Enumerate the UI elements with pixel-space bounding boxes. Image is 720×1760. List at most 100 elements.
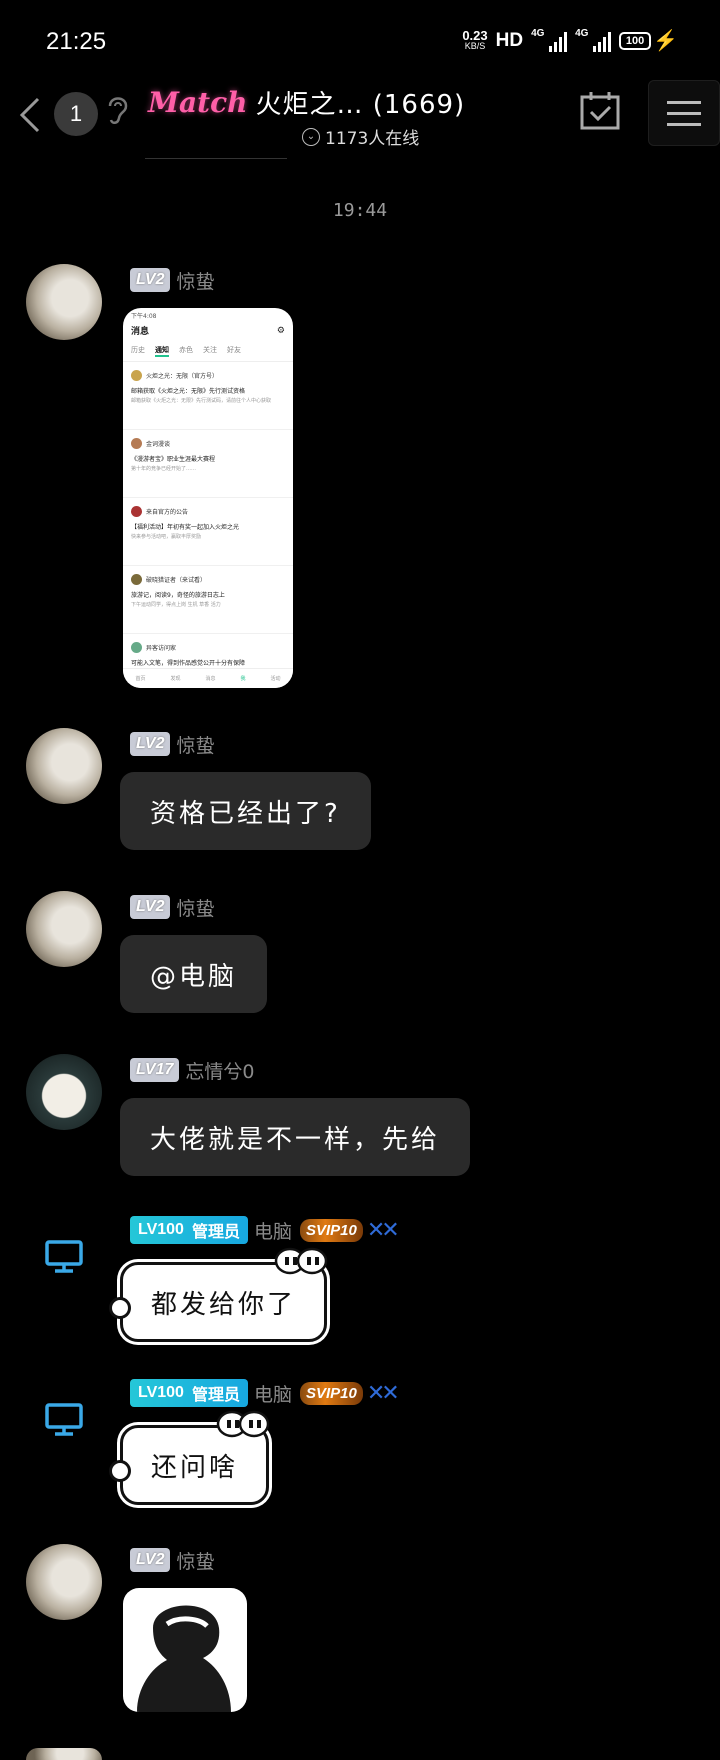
svip-x-icon: ✕✕: [366, 1217, 400, 1243]
preview-line: 《漫游者宝》职业生涯最大赛程: [131, 456, 216, 463]
preview-tab: 历史: [131, 346, 145, 354]
level-badge: LV2: [130, 895, 171, 919]
unread-count-badge[interactable]: 1: [54, 92, 98, 136]
admin-badge: LV100 管理员: [130, 1379, 248, 1407]
role-label: 管理员: [191, 1224, 240, 1241]
message-timestamp: 19:44: [332, 200, 388, 221]
online-count-text: 1173人在线: [325, 129, 420, 149]
header-divider: [145, 158, 287, 159]
preview-header: 消息 ⚙: [123, 322, 293, 339]
level-label: LV100: [138, 1221, 184, 1238]
preview-nav-item: 发现: [170, 676, 181, 682]
avatar[interactable]: [26, 728, 102, 804]
message-bubble[interactable]: 资格已经出了?: [120, 772, 371, 850]
svip-x-icon: ✕✕: [366, 1380, 400, 1406]
network-speed: 0.23 KB/S: [462, 29, 487, 52]
svip-badge: SVIP10: [299, 1218, 363, 1242]
sticker-bubble[interactable]: 还问啥: [109, 1410, 270, 1505]
bubble-tail: [109, 1297, 131, 1319]
sender-name[interactable]: 惊蛰: [176, 267, 214, 294]
preview-who: 异客访问家: [146, 645, 177, 652]
preview-nav-item: 我: [240, 676, 246, 682]
computer-icon[interactable]: [44, 1240, 84, 1274]
preview-avatar: [131, 506, 142, 517]
chat-header: 1 Match 火炬之… (1669) ⌄ 1173人在线: [0, 80, 720, 162]
avatar[interactable]: [26, 1748, 102, 1760]
preview-avatar: [131, 642, 142, 653]
calendar-check-icon[interactable]: [578, 90, 622, 132]
sender-name[interactable]: 惊蛰: [176, 731, 214, 758]
status-icons: 0.23 KB/S HD 4G 4G 100 ⚡: [462, 28, 678, 53]
hd-voice-icon: HD: [495, 29, 524, 51]
sender-name[interactable]: 电脑: [254, 1380, 292, 1407]
silhouette-sticker-icon: [137, 1605, 231, 1712]
preview-nav-item: 活动: [270, 676, 281, 682]
level-badge: LV2: [130, 1548, 171, 1572]
menu-line: [667, 111, 701, 115]
chat-title[interactable]: Match 火炬之… (1669): [148, 84, 465, 121]
preview-line: 第十年的竞争已经开始了……: [131, 466, 197, 472]
group-title: 火炬之… (1669): [255, 90, 466, 120]
sender-info: LV100 管理员 电脑 SVIP10 ✕✕: [130, 1216, 400, 1244]
menu-button[interactable]: [648, 80, 720, 146]
message-bubble[interactable]: 大佬就是不一样，先给: [120, 1098, 471, 1176]
sender-name[interactable]: 惊蛰: [176, 894, 214, 921]
charging-icon: ⚡: [653, 30, 678, 52]
preview-who: 破晓猎证者（来试看）: [146, 577, 207, 584]
sender-name[interactable]: 惊蛰: [176, 1547, 214, 1574]
sender-name[interactable]: 忘情兮0: [185, 1057, 254, 1084]
avatar[interactable]: [26, 1544, 102, 1620]
sender-info: LV100 管理员 电脑 SVIP10 ✕✕: [130, 1379, 400, 1407]
avatar[interactable]: [26, 1054, 102, 1130]
sender-name[interactable]: 电脑: [254, 1217, 292, 1244]
preview-who: 金词漫谈: [146, 441, 171, 448]
preview-tab: 好友: [227, 346, 241, 354]
avatar[interactable]: [26, 264, 102, 340]
preview-line: 旅游记，阅读9，奇怪的旅游日志上: [131, 592, 225, 599]
menu-line: [667, 100, 701, 104]
level-label: LV100: [138, 1384, 184, 1401]
network-speed-unit: KB/S: [464, 40, 486, 51]
signal-2-label: 4G: [575, 27, 589, 39]
signal-icon-1: 4G: [531, 28, 568, 52]
menu-line: [667, 122, 701, 126]
online-count[interactable]: ⌄ 1173人在线: [302, 124, 419, 149]
chevron-left-icon: [19, 97, 40, 133]
computer-icon[interactable]: [44, 1403, 84, 1437]
svip-badge: SVIP10: [299, 1381, 363, 1405]
back-button[interactable]: [10, 92, 50, 138]
level-badge: LV2: [130, 268, 171, 292]
preview-tab: 关注: [203, 346, 217, 354]
preview-who: 火炬之光：无限（官方号）: [146, 373, 219, 380]
preview-settings-icon: ⚙: [276, 325, 285, 336]
bubble-tail: [109, 1460, 131, 1482]
sticker-bubble[interactable]: 都发给你了: [109, 1247, 328, 1342]
preview-nav-item: 首页: [135, 676, 146, 682]
preview-nav: 首页 发现 消息 我 活动: [123, 668, 293, 688]
status-time: 21:25: [46, 28, 107, 55]
ear-icon[interactable]: [102, 90, 132, 130]
sticker-message[interactable]: [123, 1588, 247, 1712]
preview-tabs: 历史 通知 赤色 关注 好友: [123, 339, 293, 362]
match-logo: Match: [148, 86, 248, 119]
preview-line: 邮箱获取《火炬之光：无限》先行测试码，请前往个人中心获取: [131, 398, 272, 404]
preview-line: 邮箱获取《火炬之光：无限》先行测试资格: [131, 388, 246, 395]
message-bubble[interactable]: @电脑: [120, 935, 268, 1013]
level-badge: LV2: [130, 732, 171, 756]
preview-status: 下午4:08: [131, 313, 157, 320]
avatar[interactable]: [26, 891, 102, 967]
role-label: 管理员: [191, 1387, 240, 1404]
preview-item: 破晓猎证者（来试看） 旅游记，阅读9，奇怪的旅游日志上 下午运动同学，得点上岗 …: [123, 566, 293, 634]
signal-icon-2: 4G: [575, 27, 612, 52]
preview-avatar: [131, 370, 142, 381]
battery-icon: 100 ⚡: [619, 28, 678, 53]
preview-nav-item: 消息: [205, 676, 216, 682]
battery-level: 100: [619, 31, 652, 50]
preview-line: 下午运动同学，得点上岗 生机 草香 活力: [131, 602, 221, 608]
sender-info: LV2 惊蛰: [130, 893, 214, 921]
preview-item: 来自官方的公告 【福利活动】年初有奖一起加入火炬之光 快来参与活动吧，赢取丰厚奖…: [123, 498, 293, 566]
preview-item: 火炬之光：无限（官方号） 邮箱获取《火炬之光：无限》先行测试资格 邮箱获取《火炬…: [123, 362, 293, 430]
image-message[interactable]: 下午4:08 消息 ⚙ 历史 通知 赤色 关注 好友 火炬之光：无限（官方号） …: [123, 308, 293, 688]
preview-line: 快来参与活动吧，赢取丰厚奖励: [131, 534, 202, 540]
preview-avatar: [131, 574, 142, 585]
